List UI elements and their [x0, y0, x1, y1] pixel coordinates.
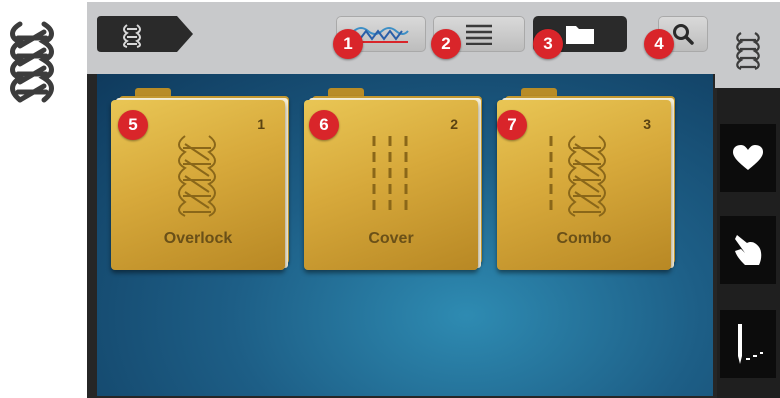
callout-badge: 3: [533, 29, 563, 59]
needle-settings-button[interactable]: [720, 310, 776, 378]
search-icon: [673, 24, 694, 45]
personal-stitches-button[interactable]: [720, 216, 776, 284]
side-menu-tab[interactable]: [715, 2, 780, 88]
callout-badge: 5: [118, 110, 148, 140]
folder-number: 3: [643, 116, 651, 132]
callout-badge: 1: [333, 29, 363, 59]
folder-label: Overlock: [163, 230, 233, 247]
needle-icon: [738, 324, 763, 364]
hand-icon: [735, 235, 762, 265]
heart-icon: [733, 145, 763, 170]
favorites-button[interactable]: [720, 124, 776, 192]
overlock-stitch-logo-icon: [10, 21, 54, 103]
sewing-machine-screen: 1 Overlock 2 Cover 3 Combo: [87, 2, 780, 398]
cover-stitch-icon: [372, 136, 408, 216]
overlock-stitch-icon: [178, 135, 216, 217]
folder-number: 1: [257, 116, 265, 132]
folder-label: Cover: [368, 230, 414, 247]
folder-label: Combo: [556, 230, 612, 247]
folder-number: 2: [450, 116, 458, 132]
list-icon: [466, 24, 492, 45]
combo-stitch-icon: [549, 135, 606, 217]
overlock-stitch-icon: [736, 32, 760, 71]
folder-icon: [566, 26, 594, 44]
callout-badge: 6: [309, 110, 339, 140]
mode-indicator-tag: [97, 16, 193, 52]
callout-badge: 7: [497, 110, 527, 140]
right-side-nav: [717, 88, 780, 398]
callout-badge: 2: [431, 29, 461, 59]
callout-badge: 4: [644, 29, 674, 59]
